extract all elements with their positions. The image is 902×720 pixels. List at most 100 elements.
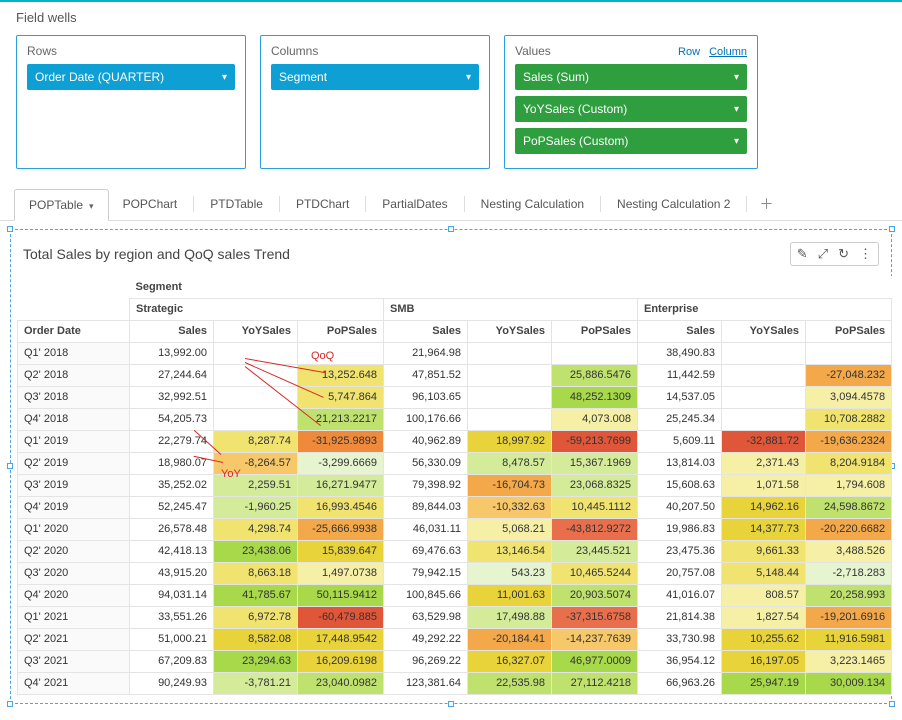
cell-value[interactable]: 42,418.13 [130, 540, 214, 562]
cell-value[interactable]: 35,252.02 [130, 474, 214, 496]
cell-value[interactable]: 13,146.54 [468, 540, 552, 562]
values-pill-sales[interactable]: Sales (Sum) ▾ [515, 64, 747, 90]
resize-handle[interactable] [7, 226, 13, 232]
row-label[interactable]: Q1' 2018 [18, 342, 130, 364]
col-sales[interactable]: Sales [384, 320, 468, 342]
tab-ptdtable[interactable]: PTDTable [196, 189, 277, 219]
tab-nesting-calc-2[interactable]: Nesting Calculation 2 [603, 189, 744, 219]
cell-value[interactable]: 21,964.98 [384, 342, 468, 364]
more-icon[interactable]: ⋮ [859, 246, 872, 262]
cell-value[interactable]: -3,781.21 [214, 672, 298, 694]
cell-value[interactable]: 123,381.64 [384, 672, 468, 694]
values-well[interactable]: Values Row Column Sales (Sum) ▾ YoYSales… [504, 35, 758, 169]
segment-smb[interactable]: SMB [384, 298, 638, 320]
col-popsales[interactable]: PoPSales [298, 320, 384, 342]
cell-value[interactable]: 67,209.83 [130, 650, 214, 672]
cell-value[interactable]: 96,269.22 [384, 650, 468, 672]
cell-value[interactable]: 14,537.05 [638, 386, 722, 408]
cell-value[interactable] [214, 342, 298, 364]
cell-value[interactable]: 3,488.526 [806, 540, 892, 562]
cell-value[interactable]: 4,298.74 [214, 518, 298, 540]
cell-value[interactable]: 16,271.9477 [298, 474, 384, 496]
cell-value[interactable]: 66,963.26 [638, 672, 722, 694]
cell-value[interactable]: 1,827.54 [722, 606, 806, 628]
cell-value[interactable]: -19,636.2324 [806, 430, 892, 452]
row-label[interactable]: Q3' 2018 [18, 386, 130, 408]
row-label[interactable]: Q2' 2019 [18, 452, 130, 474]
cell-value[interactable]: -19,201.6916 [806, 606, 892, 628]
row-label[interactable]: Q4' 2019 [18, 496, 130, 518]
cell-value[interactable] [468, 408, 552, 430]
cell-value[interactable]: 23,445.521 [552, 540, 638, 562]
cell-value[interactable]: 48,252.1309 [552, 386, 638, 408]
cell-value[interactable] [214, 386, 298, 408]
cell-value[interactable]: 6,972.78 [214, 606, 298, 628]
row-label[interactable]: Q2' 2020 [18, 540, 130, 562]
cell-value[interactable]: -31,925.9893 [298, 430, 384, 452]
cell-value[interactable]: 14,962.16 [722, 496, 806, 518]
tab-ptdchart[interactable]: PTDChart [282, 189, 363, 219]
row-label[interactable]: Q1' 2019 [18, 430, 130, 452]
cell-value[interactable]: -10,332.63 [468, 496, 552, 518]
cell-value[interactable]: 89,844.03 [384, 496, 468, 518]
resize-handle[interactable] [448, 226, 454, 232]
edit-icon[interactable]: ✎ [797, 246, 808, 262]
cell-value[interactable]: -43,812.9272 [552, 518, 638, 540]
cell-value[interactable]: 11,916.5981 [806, 628, 892, 650]
cell-value[interactable]: 26,578.48 [130, 518, 214, 540]
cell-value[interactable]: 808.57 [722, 584, 806, 606]
cell-value[interactable]: 2,371.43 [722, 452, 806, 474]
cell-value[interactable]: 25,886.5476 [552, 364, 638, 386]
cell-value[interactable]: 16,327.07 [468, 650, 552, 672]
expand-icon[interactable]: ⤢ [818, 246, 828, 262]
columns-well[interactable]: Columns Segment ▾ [260, 35, 490, 169]
cell-value[interactable]: 8,663.18 [214, 562, 298, 584]
row-label[interactable]: Q1' 2021 [18, 606, 130, 628]
cell-value[interactable]: 100,845.66 [384, 584, 468, 606]
col-popsales[interactable]: PoPSales [806, 320, 892, 342]
cell-value[interactable]: 25,245.34 [638, 408, 722, 430]
cell-value[interactable]: 36,954.12 [638, 650, 722, 672]
col-yoysales[interactable]: YoYSales [468, 320, 552, 342]
cell-value[interactable]: 17,448.9542 [298, 628, 384, 650]
cell-value[interactable]: -1,960.25 [214, 496, 298, 518]
resize-handle[interactable] [7, 463, 13, 469]
cell-value[interactable]: 46,977.0009 [552, 650, 638, 672]
cell-value[interactable]: 8,582.08 [214, 628, 298, 650]
col-sales[interactable]: Sales [638, 320, 722, 342]
cell-value[interactable]: 22,535.98 [468, 672, 552, 694]
tab-partialdates[interactable]: PartialDates [368, 189, 461, 219]
cell-value[interactable]: 17,498.88 [468, 606, 552, 628]
cell-value[interactable]: 16,993.4546 [298, 496, 384, 518]
row-label[interactable]: Q2' 2021 [18, 628, 130, 650]
cell-value[interactable]: -2,718.283 [806, 562, 892, 584]
cell-value[interactable]: 96,103.65 [384, 386, 468, 408]
cell-value[interactable]: 23,438.06 [214, 540, 298, 562]
cell-value[interactable]: 1,497.0738 [298, 562, 384, 584]
order-date-header[interactable]: Order Date [18, 320, 130, 342]
cell-value[interactable]: 32,992.51 [130, 386, 214, 408]
cell-value[interactable]: 33,730.98 [638, 628, 722, 650]
cell-value[interactable]: 11,442.59 [638, 364, 722, 386]
row-link[interactable]: Row [678, 46, 700, 58]
resize-handle[interactable] [889, 226, 895, 232]
cell-value[interactable]: 24,598.8672 [806, 496, 892, 518]
cell-value[interactable]: -59,213.7699 [552, 430, 638, 452]
cell-value[interactable] [722, 342, 806, 364]
cell-value[interactable]: 20,258.993 [806, 584, 892, 606]
cell-value[interactable]: 543.23 [468, 562, 552, 584]
cell-value[interactable]: 41,016.07 [638, 584, 722, 606]
values-pill-yoysales[interactable]: YoYSales (Custom) ▾ [515, 96, 747, 122]
refresh-icon[interactable]: ↻ [838, 246, 849, 262]
cell-value[interactable]: 43,915.20 [130, 562, 214, 584]
cell-value[interactable]: 16,197.05 [722, 650, 806, 672]
row-label[interactable]: Q3' 2021 [18, 650, 130, 672]
cell-value[interactable]: -20,220.6682 [806, 518, 892, 540]
cell-value[interactable]: 47,851.52 [384, 364, 468, 386]
segment-enterprise[interactable]: Enterprise [638, 298, 892, 320]
cell-value[interactable] [722, 386, 806, 408]
cell-value[interactable]: 23,068.8325 [552, 474, 638, 496]
cell-value[interactable] [298, 342, 384, 364]
cell-value[interactable]: 22,279.74 [130, 430, 214, 452]
cell-value[interactable]: -20,184.41 [468, 628, 552, 650]
